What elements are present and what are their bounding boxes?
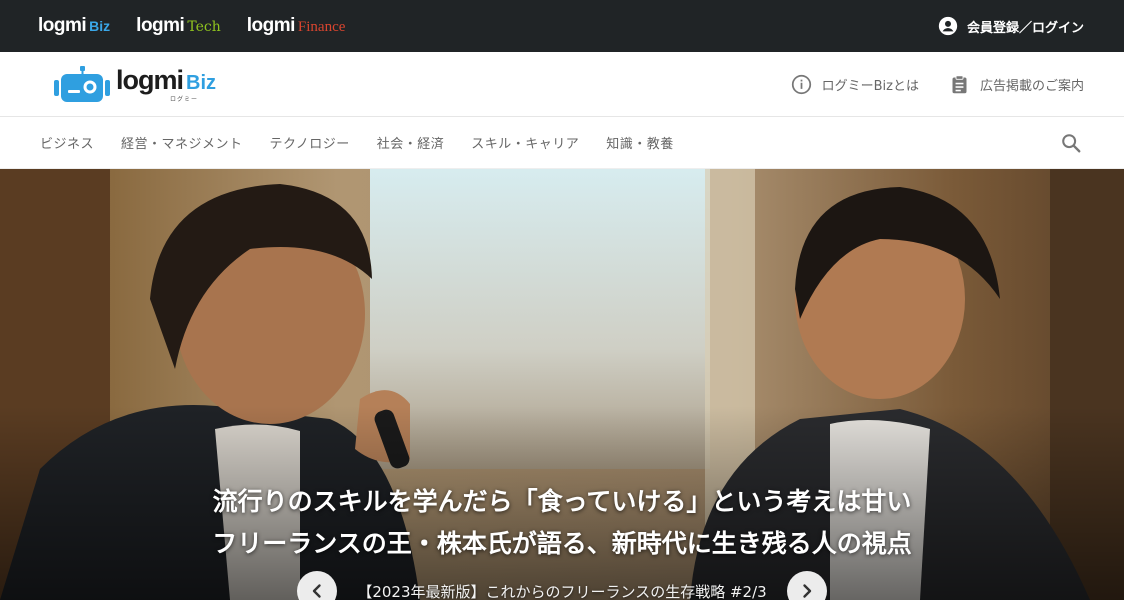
logo-biz-wordmark: Biz (186, 71, 216, 94)
nav-item-management[interactable]: 経営・マネジメント (121, 133, 243, 152)
account-circle-icon (938, 16, 958, 36)
logmi-finance-link[interactable]: logmi Finance (247, 15, 346, 37)
logmi-biz-link[interactable]: logmi Biz (38, 15, 110, 37)
site-header: logmi Biz ログミー ログミーBizとは 広告掲載のご案内 (0, 52, 1124, 117)
hero-article-title[interactable]: 流行りのスキルを学んだら「食っていける」という考えは甘い フリーランスの王・株本… (0, 481, 1124, 565)
category-nav: ビジネス 経営・マネジメント テクノロジー 社会・経済 スキル・キャリア 知識・… (0, 117, 1124, 169)
nav-item-knowledge[interactable]: 知識・教養 (606, 133, 674, 152)
brand-logmi-text: logmi (136, 15, 185, 36)
brand-logmi-text: logmi (246, 15, 296, 36)
login-label: 会員登録／ログイン (966, 20, 1084, 36)
nav-item-society-economy[interactable]: 社会・経済 (377, 133, 445, 152)
nav-item-technology[interactable]: テクノロジー (270, 133, 350, 152)
chevron-left-icon (313, 584, 322, 598)
slider-next-button[interactable] (786, 571, 827, 600)
chevron-right-icon (802, 584, 811, 598)
about-link[interactable]: ログミーBizとは (791, 74, 919, 95)
login-button[interactable]: 会員登録／ログイン (938, 0, 1084, 52)
hero-title-line-1: 流行りのスキルを学んだら「食っていける」という考えは甘い (212, 487, 912, 516)
brand-logmi-text: logmi (38, 15, 87, 36)
brand-tech-text: Tech (187, 19, 221, 35)
slider-prev-button[interactable] (297, 571, 338, 600)
clipboard-icon (952, 75, 967, 94)
brand-finance-text: Finance (297, 19, 346, 35)
brand-biz-text: Biz (89, 18, 111, 34)
logo-kana: ログミー (170, 95, 199, 103)
advertising-link[interactable]: 広告掲載のご案内 (949, 74, 1084, 95)
nav-item-business[interactable]: ビジネス (40, 133, 94, 152)
about-link-label: ログミーBizとは (821, 79, 919, 94)
nav-item-skill-career[interactable]: スキル・キャリア (471, 133, 579, 152)
advertising-link-label: 広告掲載のご案内 (979, 79, 1084, 94)
site-logo[interactable]: logmi Biz ログミー (52, 64, 216, 104)
hero-title-line-2: フリーランスの王・株本氏が語る、新時代に生き残る人の視点 (212, 529, 912, 558)
logo-wordmark: logmi (116, 64, 184, 95)
logmi-tech-link[interactable]: logmi Tech (136, 15, 221, 37)
network-bar: logmi Biz logmi Tech logmi Finance 会員登録／… (0, 0, 1124, 52)
hero-series-label[interactable]: 【2023年最新版】これからのフリーランスの生存戦略 #2/3 (357, 581, 766, 600)
search-icon[interactable] (1060, 132, 1082, 154)
robot-logo-icon (54, 66, 110, 102)
info-icon (791, 74, 811, 95)
hero-slider[interactable]: 流行りのスキルを学んだら「食っていける」という考えは甘い フリーランスの王・株本… (0, 169, 1124, 600)
